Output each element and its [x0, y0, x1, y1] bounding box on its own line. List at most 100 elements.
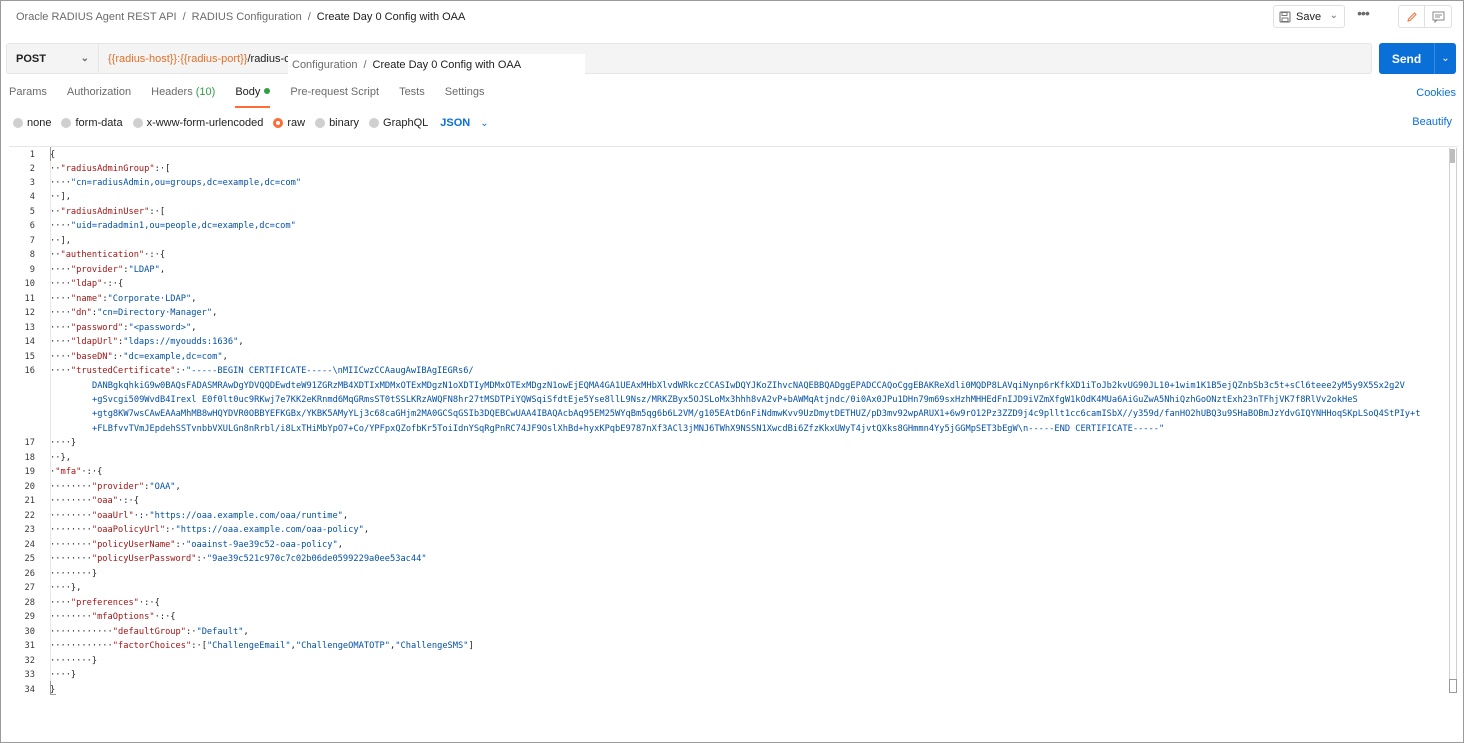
breadcrumb-folder[interactable]: RADIUS Configuration — [192, 11, 302, 23]
url-input[interactable]: {{radius-host}}: {{radius-port}}/radius-c… — [99, 44, 289, 73]
line-number: 29 — [24, 612, 35, 622]
tab-label: Pre-request Script — [290, 86, 380, 98]
line-number: 4 — [29, 192, 35, 202]
chevron-down-icon[interactable]: ⌄ — [1435, 43, 1456, 74]
code-line: ··"authentication"·:·{ — [50, 250, 166, 260]
send-button[interactable]: Send — [1379, 43, 1435, 74]
body-option-form-data[interactable]: form-data — [61, 117, 123, 129]
body-indicator-dot — [264, 88, 271, 94]
send-button-group: Send ⌄ — [1379, 43, 1456, 74]
body-option-urlencoded[interactable]: x-www-form-urlencoded — [132, 117, 263, 129]
body-option-raw[interactable]: raw — [273, 117, 305, 129]
line-number: 16 — [24, 366, 35, 376]
save-button[interactable]: Save ⌄ — [1273, 5, 1345, 28]
radio[interactable] — [369, 118, 380, 128]
certificate-value-start: "-----BEGIN CERTIFICATE-----\nMIICwzCCAa… — [186, 366, 474, 376]
code-line: ············"defaultGroup":·"Default", — [50, 627, 249, 637]
certificate-wrapped-line: DANBgkqhkiG9w0BAQsFADASMRAwDgYDVQQDEwdte… — [92, 381, 1405, 391]
tab-tests[interactable]: Tests — [399, 86, 425, 102]
code-line: ········} — [50, 656, 98, 666]
tab-label: Authorization — [66, 86, 132, 98]
tooltip-folder: Configuration — [292, 58, 358, 71]
url-variable-host: {{radius-host}} — [108, 52, 178, 65]
edit-icon[interactable] — [1399, 6, 1426, 27]
headers-count: (10) — [195, 86, 216, 98]
code-line: ··"radiusAdminGroup":·[ — [50, 164, 171, 174]
code-line: ········"mfaOptions"·:·{ — [50, 612, 176, 622]
line-number: 24 — [24, 540, 35, 550]
code-line: ····"password":"<password>", — [50, 323, 197, 333]
breadcrumb-collection[interactable]: Oracle RADIUS Agent REST API — [16, 11, 177, 23]
code-line: ····"cn=radiusAdmin,ou=groups,dc=example… — [50, 178, 302, 188]
code-line: ············"factorChoices":·["Challenge… — [50, 641, 474, 651]
chevron-down-icon[interactable]: ⌄ — [1330, 10, 1338, 21]
tab-settings[interactable]: Settings — [445, 86, 485, 102]
radio[interactable] — [132, 118, 143, 128]
code-line: { — [50, 150, 56, 160]
radio-selected[interactable] — [273, 118, 284, 128]
code-line: ····"dn":"cn=Directory·Manager", — [50, 308, 218, 318]
chevron-down-icon: ⌄ — [480, 117, 489, 129]
scrollbar-thumb[interactable] — [1450, 149, 1455, 163]
method-select[interactable]: POST ⌄ — [7, 44, 99, 73]
option-label: GraphQL — [383, 117, 429, 129]
code-line: ····"trustedCertificate":·"-----BEGIN CE… — [50, 366, 474, 376]
language-select[interactable]: JSON ⌄ — [440, 117, 488, 129]
line-number: 9 — [29, 265, 35, 275]
tab-pre-request-script[interactable]: Pre-request Script — [290, 86, 379, 102]
line-number: 13 — [24, 323, 35, 333]
tab-label: Tests — [399, 86, 425, 98]
tab-headers[interactable]: Headers (10) — [151, 86, 215, 102]
save-label: Save — [1296, 10, 1322, 23]
request-tabs: Params Authorization Headers (10) Body P… — [9, 86, 505, 108]
code-line: ····} — [50, 438, 77, 448]
radio[interactable] — [315, 118, 326, 128]
code-line: ··}, — [50, 453, 71, 463]
breadcrumb-separator: / — [307, 11, 311, 23]
more-actions-button[interactable]: ••• — [1352, 6, 1374, 25]
line-number: 7 — [29, 236, 35, 246]
tab-params[interactable]: Params — [9, 86, 47, 102]
cookies-link[interactable]: Cookies — [1416, 87, 1456, 99]
code-line: ····"preferences"·:·{ — [50, 598, 160, 608]
line-number: 33 — [24, 670, 35, 680]
tab-authorization[interactable]: Authorization — [67, 86, 131, 102]
line-number: 21 — [24, 496, 35, 506]
option-label: binary — [329, 117, 360, 129]
request-url-bar: POST ⌄ {{radius-host}}: {{radius-port}}/r… — [6, 43, 1372, 74]
beautify-button[interactable]: Beautify — [1412, 116, 1452, 128]
breadcrumb-tooltip: Configuration / Create Day 0 Config with… — [288, 54, 585, 75]
line-number: 12 — [24, 308, 35, 318]
tab-label: Params — [9, 86, 47, 98]
tab-body[interactable]: Body — [235, 86, 271, 108]
body-option-none[interactable]: none — [13, 117, 51, 129]
line-number: 22 — [24, 511, 35, 521]
code-line: ········"policyUserPassword":·"9ae39c521… — [50, 554, 427, 564]
line-number: 34 — [24, 685, 35, 695]
line-number: 27 — [24, 583, 35, 593]
radio[interactable] — [13, 118, 23, 128]
tab-label: Body — [235, 86, 261, 98]
code-line: ····} — [50, 670, 77, 680]
line-number: 30 — [24, 627, 35, 637]
line-number: 26 — [24, 569, 35, 579]
line-number: 31 — [24, 641, 35, 651]
line-number: 17 — [24, 438, 35, 448]
line-number: 19 — [24, 467, 35, 477]
body-type-options: none form-data x-www-form-urlencoded raw… — [13, 116, 489, 130]
code-line: ········"oaaPolicyUrl":·"https://oaa.exa… — [50, 525, 370, 535]
option-label: form-data — [75, 117, 123, 129]
code-line: ··], — [50, 192, 71, 202]
line-number: 3 — [29, 178, 35, 188]
url-path: /radius-co — [247, 52, 289, 65]
body-option-graphql[interactable]: GraphQL — [369, 117, 428, 129]
radio[interactable] — [61, 118, 72, 128]
comment-icon[interactable] — [1425, 6, 1451, 27]
tooltip-separator: / — [363, 58, 367, 71]
editor-scrollbar[interactable] — [1449, 148, 1457, 688]
body-option-binary[interactable]: binary — [315, 117, 359, 129]
scrollbar-handle[interactable] — [1449, 679, 1457, 693]
request-title[interactable]: Create Day 0 Config with OAA — [317, 11, 466, 23]
body-editor[interactable]: 1 { 2 ··"radiusAdminGroup":·[ 3 ····"cn=rad… — [9, 146, 1458, 695]
option-label: none — [27, 117, 52, 129]
